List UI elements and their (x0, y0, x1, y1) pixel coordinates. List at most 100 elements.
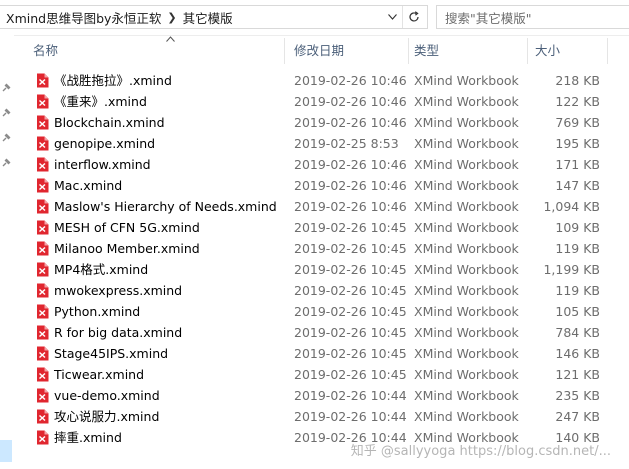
file-type: XMind Workbook (414, 283, 519, 298)
chevron-right-icon[interactable]: ❯ (161, 11, 182, 24)
breadcrumb-current[interactable]: 其它模版 (183, 8, 233, 27)
column-divider[interactable] (527, 38, 528, 64)
file-row[interactable]: Blockchain.xmind 2019-02-26 10:46 XMind Wo… (14, 112, 629, 133)
sort-ascending-icon (166, 36, 175, 42)
file-row[interactable]: 《战胜拖拉》.xmind 2019-02-26 10:46 XMind Workbo… (14, 70, 629, 91)
pin-icon[interactable] (1, 108, 11, 118)
xmind-file-icon (37, 304, 49, 319)
file-name[interactable]: Mac.xmind (54, 175, 122, 196)
file-row[interactable]: MP4格式.xmind 2019-02-26 10:45 XMind Workboo… (14, 259, 629, 280)
file-size: 121 KB (555, 367, 600, 382)
file-row[interactable]: Stage45IPS.xmind 2019-02-26 10:45 XMind Wo… (14, 343, 629, 364)
file-row[interactable]: Mac.xmind 2019-02-26 10:46 XMind Workbook 1… (14, 175, 629, 196)
file-row[interactable]: Python.xmind 2019-02-26 10:45 XMind Workbo… (14, 301, 629, 322)
file-list: 《战胜拖拉》.xmind 2019-02-26 10:46 XMind Workbo… (14, 70, 629, 448)
navigation-pane[interactable] (0, 35, 14, 469)
xmind-file-icon (37, 325, 49, 340)
file-type: XMind Workbook (414, 199, 519, 214)
chevron-down-icon[interactable] (383, 6, 401, 28)
file-modified-date: 2019-02-26 10:46 (294, 94, 407, 109)
file-size: 105 KB (555, 304, 600, 319)
file-modified-date: 2019-02-26 10:45 (294, 241, 407, 256)
column-divider[interactable] (408, 38, 409, 64)
file-name[interactable]: 《战胜拖拉》.xmind (54, 70, 172, 91)
file-type: XMind Workbook (414, 157, 519, 172)
file-name[interactable]: 《重来》.xmind (54, 91, 147, 112)
file-type: XMind Workbook (414, 115, 519, 130)
file-row[interactable]: Milanoo Member.xmind 2019-02-26 10:45 XMin… (14, 238, 629, 259)
search-placeholder: 搜索"其它模版" (445, 10, 532, 26)
pin-icon[interactable] (1, 158, 11, 168)
file-size: 171 KB (555, 157, 600, 172)
file-name[interactable]: Python.xmind (54, 301, 140, 322)
file-name[interactable]: Stage45IPS.xmind (54, 343, 168, 364)
file-modified-date: 2019-02-26 10:46 (294, 115, 407, 130)
file-name[interactable]: 攻心说服力.xmind (54, 406, 159, 427)
xmind-file-icon (37, 115, 49, 130)
file-row[interactable]: 《重来》.xmind 2019-02-26 10:46 XMind Workbook… (14, 91, 629, 112)
address-bar[interactable]: Xmind思维导图by永恒正软 ❯ 其它模版 (0, 5, 428, 29)
file-row[interactable]: MESH of CFN 5G.xmind 2019-02-26 10:45 XMin… (14, 217, 629, 238)
file-name[interactable]: 摔重.xmind (54, 427, 122, 448)
file-name[interactable]: MP4格式.xmind (54, 259, 148, 280)
file-type: XMind Workbook (414, 388, 519, 403)
file-modified-date: 2019-02-26 10:45 (294, 367, 407, 382)
file-modified-date: 2019-02-26 10:44 (294, 409, 407, 424)
column-type[interactable]: 类型 (414, 36, 439, 66)
xmind-file-icon (37, 241, 49, 256)
file-row[interactable]: Ticwear.xmind 2019-02-26 10:45 XMind Workb… (14, 364, 629, 385)
file-size: 235 KB (555, 388, 600, 403)
file-name[interactable]: Milanoo Member.xmind (54, 238, 200, 259)
column-date[interactable]: 修改日期 (294, 36, 344, 66)
file-row[interactable]: interflow.xmind 2019-02-26 10:46 XMind Wor… (14, 154, 629, 175)
file-size: 122 KB (555, 94, 600, 109)
file-name[interactable]: genopipe.xmind (54, 133, 155, 154)
file-type: XMind Workbook (414, 136, 519, 151)
xmind-file-icon (37, 199, 49, 214)
pin-icon[interactable] (1, 83, 11, 93)
file-type: XMind Workbook (414, 262, 519, 277)
file-row[interactable]: genopipe.xmind 2019-02-25 8:53 XMind Workb… (14, 133, 629, 154)
column-size[interactable]: 大小 (535, 36, 560, 66)
column-divider[interactable] (284, 38, 285, 64)
file-row[interactable]: Maslow's Hierarchy of Needs.xmind 2019-02… (14, 196, 629, 217)
file-type: XMind Workbook (414, 220, 519, 235)
xmind-file-icon (37, 388, 49, 403)
file-row[interactable]: mwokexpress.xmind 2019-02-26 10:45 XMind W… (14, 280, 629, 301)
file-row[interactable]: vue-demo.xmind 2019-02-26 10:44 XMind Work… (14, 385, 629, 406)
file-row[interactable]: R for big data.xmind 2019-02-26 10:45 XMin… (14, 322, 629, 343)
file-name[interactable]: R for big data.xmind (54, 322, 182, 343)
column-header: 名称 修改日期 类型 大小 (14, 36, 629, 66)
refresh-icon[interactable] (402, 6, 425, 28)
xmind-file-icon (37, 178, 49, 193)
column-divider[interactable] (607, 38, 608, 64)
breadcrumb-root[interactable]: Xmind思维导图by永恒正软 (0, 8, 161, 27)
file-size: 119 KB (555, 241, 600, 256)
file-name[interactable]: MESH of CFN 5G.xmind (54, 217, 200, 238)
search-input[interactable]: 搜索"其它模版" (436, 5, 629, 29)
xmind-file-icon (37, 94, 49, 109)
xmind-file-icon (37, 367, 49, 382)
file-name[interactable]: vue-demo.xmind (54, 385, 160, 406)
file-size: 218 KB (555, 73, 600, 88)
file-name[interactable]: Blockchain.xmind (54, 112, 165, 133)
xmind-file-icon (37, 157, 49, 172)
file-modified-date: 2019-02-26 10:46 (294, 178, 407, 193)
pin-icon[interactable] (1, 133, 11, 143)
xmind-file-icon (37, 346, 49, 361)
file-row[interactable]: 攻心说服力.xmind 2019-02-26 10:44 XMind Workboo… (14, 406, 629, 427)
file-size: 109 KB (555, 220, 600, 235)
xmind-file-icon (37, 136, 49, 151)
file-size: 1,199 KB (543, 262, 600, 277)
file-name[interactable]: interflow.xmind (54, 154, 151, 175)
file-type: XMind Workbook (414, 304, 519, 319)
nav-selected-item[interactable] (0, 440, 12, 462)
file-name[interactable]: Ticwear.xmind (54, 364, 144, 385)
file-type: XMind Workbook (414, 94, 519, 109)
file-type: XMind Workbook (414, 178, 519, 193)
column-name[interactable]: 名称 (33, 36, 58, 66)
file-modified-date: 2019-02-26 10:46 (294, 73, 407, 88)
file-name[interactable]: Maslow's Hierarchy of Needs.xmind (54, 196, 277, 217)
file-name[interactable]: mwokexpress.xmind (54, 280, 182, 301)
file-modified-date: 2019-02-26 10:46 (294, 199, 407, 214)
